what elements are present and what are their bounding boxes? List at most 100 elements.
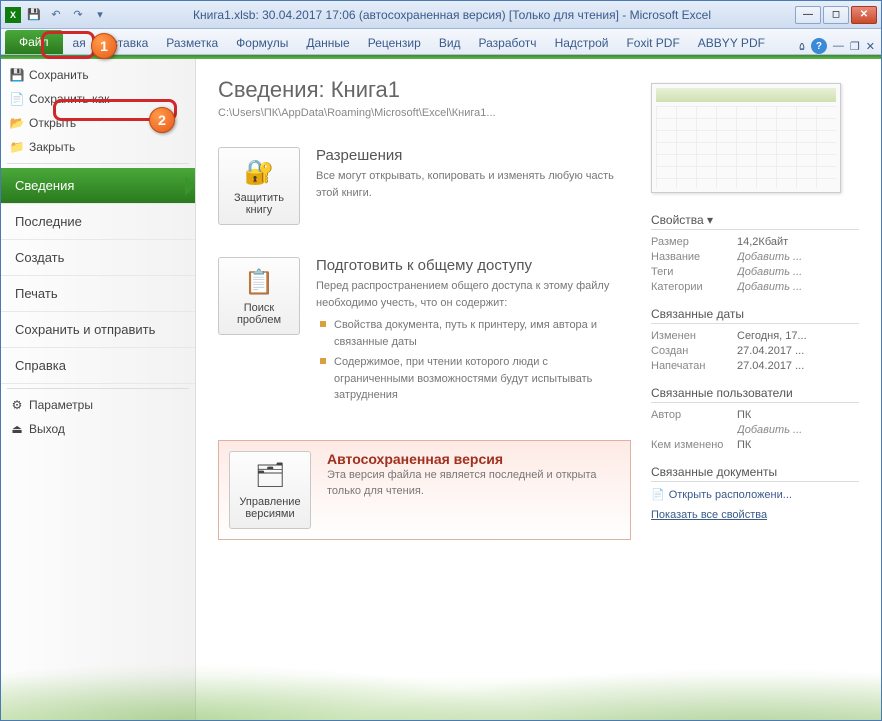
check-issues-button[interactable]: 📋 Поиск проблем [218,257,300,335]
help-icon[interactable]: ? [811,38,827,54]
tab-addins[interactable]: Надстрой [547,32,617,54]
close-button[interactable]: ✕ [851,6,877,24]
open-file-location[interactable]: 📄Открыть расположени... [651,488,859,501]
properties-panel: Свойства ▾ Размер14,2Кбайт НазваниеДобав… [651,77,859,702]
manage-versions-button[interactable]: 🗂 Управление версиями [229,451,311,529]
close-file-icon: 📁 [9,139,25,155]
menu-label: Открыть [29,116,76,130]
options-icon: ⚙ [9,397,25,413]
related-dates-header: Связанные даты [651,307,859,324]
customize-qat-icon[interactable]: ▾ [91,6,109,24]
info-content: Сведения: Книга1 C:\Users\ПК\AppData\Roa… [196,59,881,720]
tab-layout[interactable]: Разметка [158,32,226,54]
doc-restore-icon[interactable]: ❐ [850,40,860,53]
autosave-title: Автосохраненная версия [327,451,620,467]
prop-label-categories: Категории [651,281,737,293]
tab-formulas[interactable]: Формулы [228,32,296,54]
prepare-bullet: Содержимое, при чтении которого люди с о… [316,354,631,404]
prop-value-created: 27.04.2017 ... [737,345,859,357]
protect-workbook-button[interactable]: 🔐 Защитить книгу [218,147,300,225]
autosave-section: 🗂 Управление версиями Автосохраненная ве… [218,440,631,540]
window-title: Книга1.xlsb: 30.04.2017 17:06 (автосохра… [109,8,795,22]
prepare-intro: Перед распространением общего доступа к … [316,280,609,309]
related-docs-header: Связанные документы [651,465,859,482]
prop-add-title[interactable]: Добавить ... [737,251,859,263]
prop-add-author[interactable]: Добавить ... [737,424,859,436]
page-title: Сведения: Книга1 [218,77,631,103]
menu-label: Выход [29,422,65,436]
app-window: X 💾 ↶ ↷ ▾ Книга1.xlsb: 30.04.2017 17:06 … [0,0,882,721]
menu-close[interactable]: 📁 Закрыть [1,135,195,159]
prepare-title: Подготовить к общему доступу [316,257,631,274]
tab-file[interactable]: Файл [5,30,63,54]
separator [7,388,189,389]
prepare-bullet: Свойства документа, путь к принтеру, имя… [316,317,631,350]
menu-tab-print[interactable]: Печать [1,276,195,312]
titlebar: X 💾 ↶ ↷ ▾ Книга1.xlsb: 30.04.2017 17:06 … [1,1,881,29]
prop-label-size: Размер [651,236,737,248]
maximize-button[interactable]: ◻ [823,6,849,24]
tab-foxit[interactable]: Foxit PDF [618,32,687,54]
ribbon-minimize-icon[interactable]: ۵ [799,40,805,53]
related-users-header: Связанные пользователи [651,386,859,403]
menu-tab-info[interactable]: Сведения [1,168,195,204]
prop-label-title: Название [651,251,737,263]
open-icon: 📂 [9,115,25,131]
properties-header[interactable]: Свойства ▾ [651,213,859,230]
doc-minimize-icon[interactable]: — [833,40,844,52]
prop-add-tags[interactable]: Добавить ... [737,266,859,278]
menu-save[interactable]: 💾 Сохранить [1,63,195,87]
save-as-icon: 📄 [9,91,25,107]
undo-icon[interactable]: ↶ [47,6,65,24]
prepare-section: 📋 Поиск проблем Подготовить к общему дос… [218,257,631,408]
button-label: Поиск проблем [223,302,295,326]
lock-icon: 🔐 [243,156,275,188]
prop-value-lastmod: ПК [737,439,859,451]
quick-access-toolbar: 💾 ↶ ↷ ▾ [25,6,109,24]
callout-badge-2: 2 [149,107,175,133]
menu-tab-recent[interactable]: Последние [1,204,195,240]
backstage: 💾 Сохранить 📄 Сохранить как 📂 Открыть 📁 … [1,59,881,720]
menu-exit[interactable]: ⏏ Выход [1,417,195,441]
tab-review[interactable]: Рецензир [360,32,429,54]
prop-value-size: 14,2Кбайт [737,236,859,248]
tab-view[interactable]: Вид [431,32,469,54]
tab-developer[interactable]: Разработч [471,32,545,54]
exit-icon: ⏏ [9,421,25,437]
save-icon: 💾 [9,67,25,83]
permissions-title: Разрешения [316,147,631,164]
separator [7,163,189,164]
prop-label-author: Автор [651,409,737,421]
permissions-section: 🔐 Защитить книгу Разрешения Все могут от… [218,147,631,225]
ribbon-tabs: Файл ая Вставка Разметка Формулы Данные … [1,29,881,55]
menu-options[interactable]: ⚙ Параметры [1,393,195,417]
prop-label-created: Создан [651,345,737,357]
button-label: Управление версиями [234,496,306,520]
save-icon[interactable]: 💾 [25,6,43,24]
file-path: C:\Users\ПК\AppData\Roaming\Microsoft\Ex… [218,107,631,119]
file-menu: 💾 Сохранить 📄 Сохранить как 📂 Открыть 📁 … [1,59,196,720]
redo-icon[interactable]: ↷ [69,6,87,24]
button-label: Защитить книгу [223,192,295,216]
doc-close-icon[interactable]: ✕ [866,40,875,53]
tab-home[interactable]: ая [65,32,94,54]
window-controls: — ◻ ✕ [795,6,877,24]
menu-tab-share[interactable]: Сохранить и отправить [1,312,195,348]
menu-label: Параметры [29,398,93,412]
menu-tab-help[interactable]: Справка [1,348,195,384]
menu-tab-new[interactable]: Создать [1,240,195,276]
info-main: Сведения: Книга1 C:\Users\ПК\AppData\Roa… [218,77,631,702]
document-thumbnail[interactable] [651,83,841,193]
minimize-button[interactable]: — [795,6,821,24]
menu-label: Сохранить [29,68,89,82]
prop-value-author: ПК [737,409,859,421]
prop-add-categories[interactable]: Добавить ... [737,281,859,293]
tab-abbyy[interactable]: ABBYY PDF [690,32,773,54]
tab-data[interactable]: Данные [298,32,357,54]
prop-value-printed: 27.04.2017 ... [737,360,859,372]
prepare-text: Перед распространением общего доступа к … [316,278,631,404]
prop-value-modified: Сегодня, 17... [737,330,859,342]
autosave-text: Эта версия файла не является последней и… [327,467,620,500]
show-all-properties[interactable]: Показать все свойства [651,509,767,521]
menu-label: Сохранить как [29,92,109,106]
